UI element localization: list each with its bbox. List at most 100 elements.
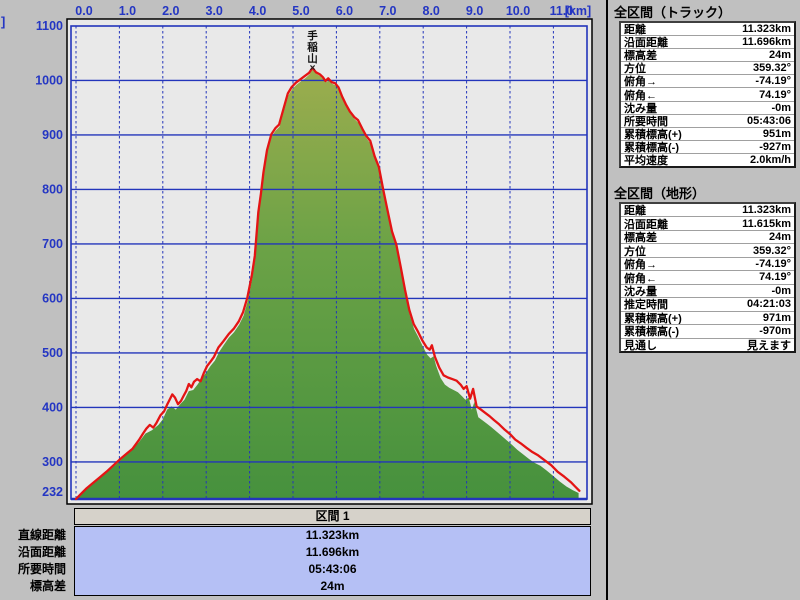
stat-value: 24m [768,231,791,244]
stat-label: 沈み量 [624,102,657,115]
stat-row: 俯角→ -74.19° [621,75,794,89]
section-row-label: 所要時間 [17,562,66,576]
y-axis-tick-label: 600 [42,291,63,305]
stat-label: 方位 [624,245,646,258]
section-row-value: 24m [320,579,345,593]
x-axis-tick-label: 2.0 [162,4,179,18]
stat-label: 推定時間 [624,299,668,312]
summit-name-char: 稲 [307,41,318,54]
stat-row: 累積標高(+) 951m [621,128,794,141]
stat-value: 見えます [747,339,791,351]
x-axis-tick-label: 9.0 [466,4,483,18]
stat-label: 所要時間 [624,115,668,128]
y-axis-tick-label: 1100 [36,19,63,33]
stat-label: 累積標高(-) [624,326,679,339]
stat-label: 平均速度 [624,154,668,167]
x-axis-tick-label: 1.0 [119,4,136,18]
y-axis-min-label: 232 [42,485,63,499]
stat-row: 俯角→ -74.19° [621,258,794,272]
stat-label: 距離 [624,205,646,218]
stat-row: 沈み量 -0m [621,285,794,299]
stat-row: 累積標高(+) 971m [621,311,794,326]
y-axis-tick-label: 500 [42,346,63,360]
summit-name-char: 手 [307,29,318,42]
stat-value: -74.19° [755,258,791,271]
stat-row: 平均速度 2.0km/h [621,154,794,166]
stat-value: 359.32° [752,62,791,75]
stat-row: 所要時間 05:43:06 [621,115,794,128]
panel-title-track: 全区間（トラック） [614,5,732,20]
stat-row: 累積標高(-) -927m [621,141,794,154]
panel-title-terrain: 全区間（地形） [614,186,706,201]
stats-table-terrain: 距離 11.323km 沿面距離 11.615km 標高差 24m 方位 359.32° 俯角→… [619,202,796,353]
stat-row: 推定時間 04:21:03 [621,298,794,312]
stat-value: 74.19° [759,88,791,101]
stat-value: -0m [771,101,791,114]
stat-row: 方位 359.32° [621,62,794,76]
stat-label: 俯角→ [624,76,657,89]
stat-label: 標高差 [624,50,657,63]
stat-row: 標高差 24m [621,231,794,245]
x-axis-tick-label: 5.0 [292,4,309,18]
stat-label: 沈み量 [624,285,657,298]
stat-value: -970m [759,325,791,338]
stat-row: 沿面距離 11.696km [621,36,794,50]
section-table: 区間 1 11.323km 11.696km 05:43:06 24m [74,508,591,596]
stat-value: 951m [762,127,791,140]
stat-value: 24m [768,49,791,62]
stat-label: 俯角→ [624,259,657,272]
x-axis-tick-label: 8.0 [423,4,440,18]
y-axis-tick-label: 1000 [35,73,63,87]
section-header: 区間 1 [74,508,591,525]
x-axis-tick-label: 10.0 [506,4,530,18]
x-axis-tick-label: 4.0 [249,4,266,18]
stat-label: 沿面距離 [624,218,668,231]
summit-marker-icon: × [310,63,316,74]
section-row-value: 05:43:06 [308,562,357,576]
stat-value: 04:21:03 [746,298,791,311]
stat-label: 累積標高(+) [624,312,682,325]
y-axis-tick-label: 400 [42,400,63,414]
elevation-profile-window: 0.0 1.0 2.0 3.0 4.0 5.0 6.0 7.0 8.0 9.0 10.0 11.0 [k… [0,0,800,600]
stat-row: 沿面距離 11.615km [621,217,794,231]
stat-label: 標高差 [624,232,657,245]
x-axis-tick-label: 6.0 [336,4,353,18]
stat-label: 方位 [624,63,646,76]
section-row-labels: 直線距離沿面距離所要時間標高差 [0,527,66,595]
stat-label: 俯角← [624,272,657,285]
stat-label: 沿面距離 [624,37,668,50]
y-axis-tick-label: 700 [42,237,63,251]
stat-value: 359.32° [752,244,791,257]
stat-row: 見通し 見えます [621,339,794,351]
stat-row: 距離 11.323km [621,23,794,37]
stats-table-track: 距離 11.323km 沿面距離 11.696km 標高差 24m 方位 359.32° 俯角→… [619,21,796,168]
section-row-label: 沿面距離 [17,545,66,559]
stat-row: 俯角← 74.19° [621,88,794,102]
section-row-value: 11.323km [305,528,360,542]
stat-row: 方位 359.32° [621,244,794,258]
x-axis-tick-label: 7.0 [379,4,396,18]
section-row-value: 11.696km [305,545,360,559]
section-row-label: 標高差 [29,579,66,593]
stat-row: 俯角← 74.19° [621,271,794,285]
stat-value: 971m [762,311,791,324]
y-axis-tick-label: 900 [42,128,63,142]
x-axis-tick-label: 3.0 [206,4,223,18]
x-axis-unit-label: [km] [565,4,591,18]
stat-label: 見通し [624,339,657,351]
stat-value: 11.696km [742,36,791,49]
stats-side-panel: 全区間（トラック） 距離 11.323km 沿面距離 11.696km 標高差 24m 方位… [606,0,800,600]
y-axis-tick-label: 800 [42,182,63,196]
stat-label: 累積標高(-) [624,141,679,154]
stat-value: 74.19° [759,271,791,284]
stat-value: 05:43:06 [746,114,791,127]
stat-row: 距離 11.323km [621,204,794,218]
section-row-label: 直線距離 [17,528,66,542]
stat-row: 累積標高(-) -970m [621,325,794,339]
stat-value: 11.323km [742,204,791,217]
stat-value: -74.19° [755,75,791,88]
stat-row: 沈み量 -0m [621,102,794,115]
stat-label: 俯角← [624,89,657,102]
stat-row: 標高差 24m [621,49,794,63]
y-axis-tick-label: 300 [42,455,63,469]
